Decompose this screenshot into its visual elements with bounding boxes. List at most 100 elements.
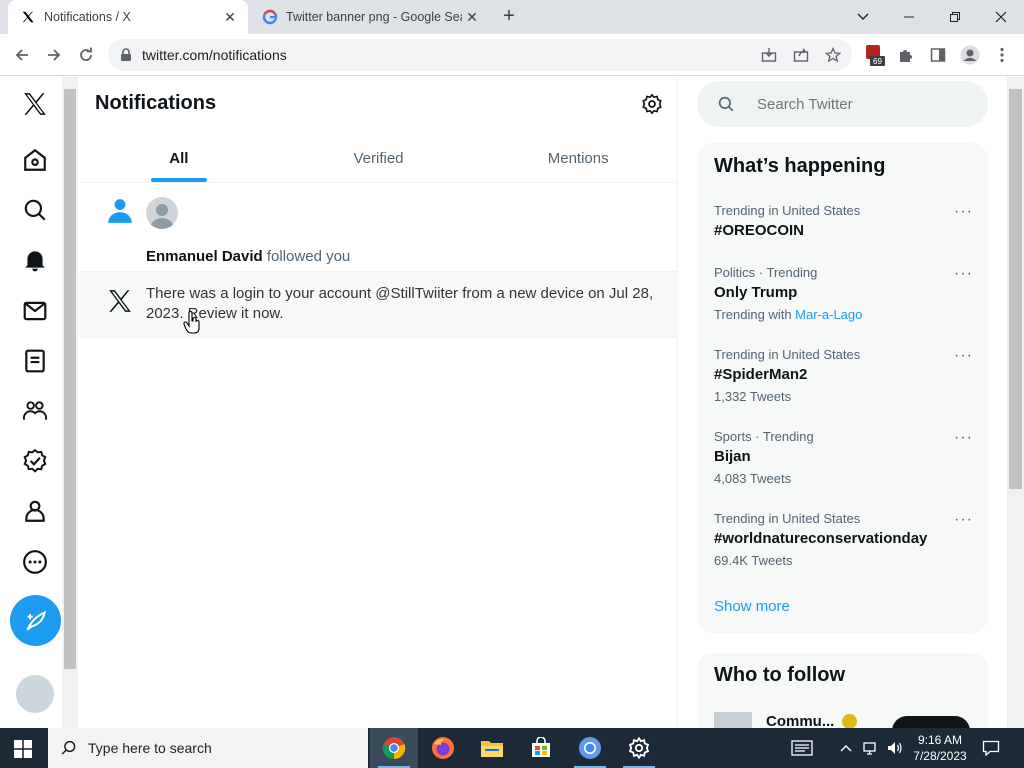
forward-icon[interactable] — [42, 43, 66, 67]
trend-item[interactable]: Trending in United States #SpiderMan2 1,… — [714, 347, 974, 407]
suggested-account-name[interactable]: Commu... — [766, 713, 834, 728]
trend-item[interactable]: Sports · Trending Bijan 4,083 Tweets ··· — [714, 429, 974, 489]
taskbar-clock[interactable]: 9:16 AM 7/28/2023 — [908, 732, 972, 764]
suggested-account-avatar[interactable] — [714, 712, 752, 728]
explore-search-icon[interactable] — [20, 195, 50, 225]
trend-name: Bijan — [714, 448, 751, 465]
communities-icon[interactable] — [20, 396, 50, 426]
trend-item[interactable]: Politics · Trending Only Trump Trending … — [714, 265, 974, 325]
close-tab-icon[interactable]: ✕ — [462, 7, 482, 27]
taskbar-search-box[interactable]: Type here to search — [48, 728, 368, 768]
trend-related-link[interactable]: Mar-a-Lago — [795, 307, 862, 322]
restore-button[interactable] — [932, 0, 978, 34]
trend-tweet-count: 69.4K Tweets — [714, 553, 793, 568]
address-bar[interactable]: twitter.com/notifications — [108, 39, 852, 71]
home-icon[interactable] — [20, 145, 50, 175]
trend-item[interactable]: Trending in United States #worldnatureco… — [714, 511, 974, 571]
new-tab-button[interactable]: + — [498, 6, 520, 28]
tab-title: Twitter banner png - Google Sea — [286, 10, 462, 24]
volume-icon[interactable] — [884, 728, 906, 768]
back-icon[interactable] — [10, 43, 34, 67]
who-to-follow-title: Who to follow — [714, 664, 846, 686]
side-panel-icon[interactable] — [926, 43, 950, 67]
search-input[interactable] — [757, 95, 957, 113]
more-options-icon[interactable]: ··· — [954, 511, 974, 529]
browser-tab-notifications[interactable]: Notifications / X ✕ — [8, 0, 248, 34]
notification-follow[interactable]: Enmanuel David followed you — [79, 184, 678, 272]
chrome-window-taskbar-icon[interactable] — [566, 728, 614, 768]
account-avatar[interactable] — [16, 675, 54, 713]
notification-text: Enmanuel David followed you — [146, 247, 350, 267]
browser-toolbar: twitter.com/notifications 69 — [0, 34, 1024, 76]
trend-name: #SpiderMan2 — [714, 366, 808, 383]
trend-name: #OREOCOIN — [714, 222, 805, 239]
trend-meta: Trending in United States — [714, 203, 861, 218]
tab-verified[interactable]: Verified — [279, 135, 479, 182]
more-circle-icon[interactable] — [20, 547, 50, 577]
more-options-icon[interactable]: ··· — [954, 429, 974, 447]
left-scrollbar[interactable] — [62, 77, 78, 728]
notification-tabs: All Verified Mentions — [79, 135, 678, 183]
task-view-icon[interactable] — [784, 728, 820, 768]
share-icon[interactable] — [789, 43, 813, 67]
tab-all[interactable]: All — [79, 135, 279, 182]
extension-badge-icon[interactable]: 69 — [862, 43, 886, 67]
search-box[interactable] — [697, 81, 988, 127]
tab-search-icon[interactable] — [840, 0, 886, 34]
close-tab-icon[interactable]: ✕ — [220, 7, 240, 27]
close-window-button[interactable] — [978, 0, 1024, 34]
profile-icon[interactable] — [958, 43, 982, 67]
clock-date: 7/28/2023 — [913, 749, 967, 763]
notifications-bell-icon[interactable] — [20, 245, 50, 275]
follow-button[interactable] — [892, 716, 970, 728]
compose-tweet-button[interactable] — [10, 595, 61, 646]
browser-menu-icon[interactable] — [990, 43, 1014, 67]
firefox-taskbar-icon[interactable] — [419, 728, 467, 768]
file-explorer-taskbar-icon[interactable] — [468, 728, 516, 768]
windows-start-icon[interactable] — [14, 740, 32, 763]
extensions-puzzle-icon[interactable] — [894, 43, 918, 67]
who-to-follow-panel: Who to follow Commu... — [697, 653, 988, 728]
settings-gear-icon[interactable] — [641, 93, 663, 115]
network-icon[interactable] — [860, 728, 882, 768]
tab-mentions[interactable]: Mentions — [478, 135, 678, 182]
right-scrollbar[interactable] — [1007, 77, 1024, 728]
follow-action: followed you — [262, 248, 351, 265]
browser-tab-google[interactable]: Twitter banner png - Google Sea ✕ — [250, 0, 490, 34]
trend-meta: Politics · Trending — [714, 265, 818, 280]
show-hidden-icons-icon[interactable] — [836, 728, 856, 768]
settings-taskbar-icon[interactable] — [615, 728, 663, 768]
show-more-link[interactable]: Show more — [714, 598, 790, 615]
compose-feather-icon — [25, 610, 46, 630]
more-options-icon[interactable]: ··· — [954, 347, 974, 365]
tab-title: Notifications / X — [44, 10, 131, 24]
follower-avatar[interactable] — [146, 197, 178, 229]
verified-icon[interactable] — [20, 446, 50, 476]
notification-login[interactable]: There was a login to your account @Still… — [79, 272, 678, 338]
chrome-taskbar-icon[interactable] — [370, 728, 418, 768]
profile-person-icon[interactable] — [20, 496, 50, 526]
store-taskbar-icon[interactable] — [517, 728, 565, 768]
reload-icon[interactable] — [74, 43, 98, 67]
page-title: Notifications — [95, 92, 217, 114]
more-options-icon[interactable]: ··· — [954, 265, 974, 283]
scrollbar-thumb[interactable] — [1009, 89, 1022, 489]
x-home-logo-icon[interactable] — [20, 89, 50, 119]
hand-cursor-icon — [183, 311, 201, 335]
scrollbar-thumb[interactable] — [64, 89, 76, 669]
minimize-button[interactable] — [886, 0, 932, 34]
follow-person-icon — [107, 197, 133, 230]
tab-label: Verified — [353, 150, 404, 167]
clock-time: 9:16 AM — [917, 733, 963, 747]
notification-center-icon[interactable] — [980, 728, 1002, 768]
lists-icon[interactable] — [20, 346, 50, 376]
trend-subtext: Trending with Mar-a-Lago — [714, 305, 974, 325]
google-icon — [262, 9, 278, 25]
install-app-icon[interactable] — [757, 43, 781, 67]
svg-text:69: 69 — [873, 57, 882, 66]
trend-item[interactable]: Trending in United States #OREOCOIN ··· — [714, 203, 974, 243]
bookmark-star-icon[interactable] — [821, 43, 845, 67]
more-options-icon[interactable]: ··· — [954, 203, 974, 221]
follower-name[interactable]: Enmanuel David — [146, 248, 263, 265]
messages-mail-icon[interactable] — [20, 296, 50, 326]
